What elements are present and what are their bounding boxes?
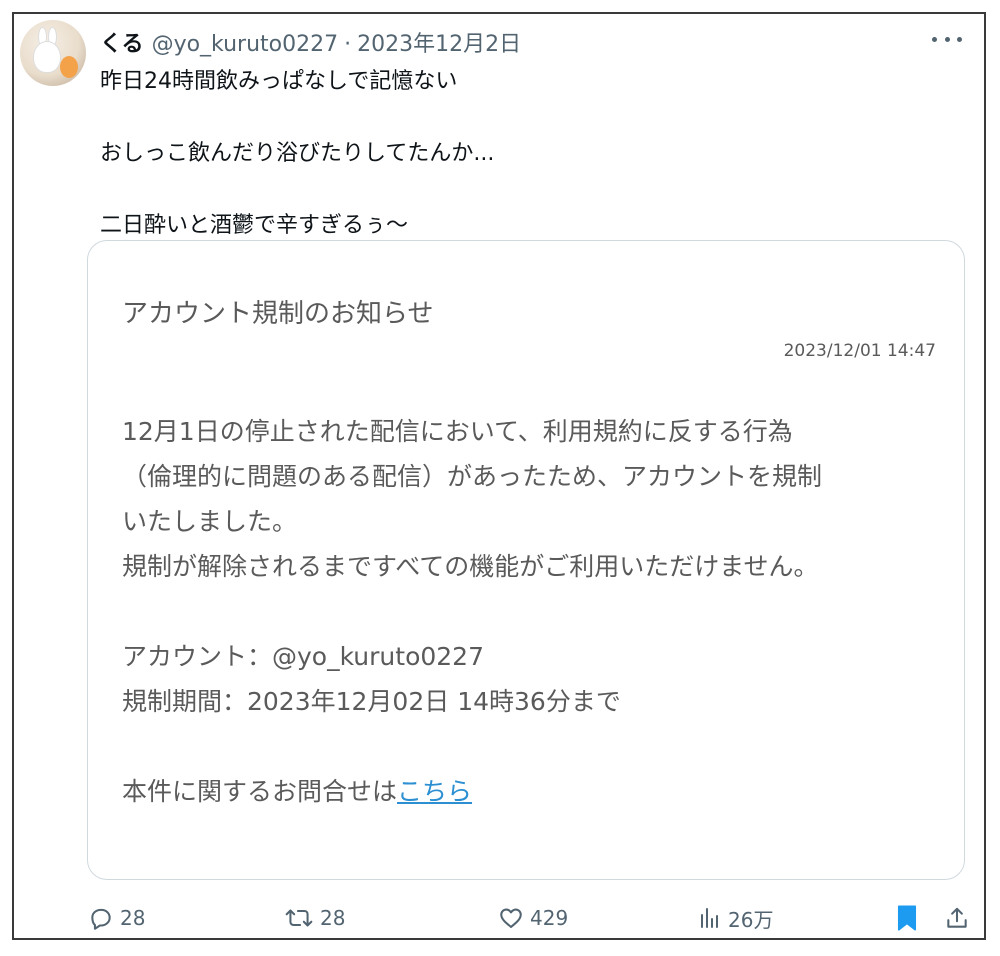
retweet-arrows-icon [285, 909, 313, 927]
avatar[interactable] [20, 20, 86, 86]
card-timestamp: 2023/12/01 14:47 [783, 341, 936, 361]
inquiry-link[interactable]: こちら [397, 777, 472, 806]
tweet-text-line: 昨日24時間飲みっぱなしで記憶ない [100, 69, 458, 94]
like-count: 429 [530, 906, 569, 930]
reply-button[interactable]: 28 [88, 900, 145, 936]
reply-bubble-icon [91, 908, 111, 930]
card-body-line [122, 589, 942, 634]
avatar-bunny-body [34, 42, 60, 72]
views-count: 26万 [728, 907, 774, 932]
card-body-line: いたしました。 [122, 507, 298, 536]
like-button[interactable]: 429 [498, 900, 568, 936]
views-bar-chart-icon [701, 908, 718, 928]
tweet-text-line [100, 172, 960, 208]
tweet-text-line: おしっこ飲んだり浴びたりしてたんか... [100, 141, 495, 166]
bookmark-icon [897, 905, 917, 931]
card-body-line: 12月1日の停止された配信において、利用規約に反する行為 [122, 417, 793, 446]
retweet-count: 28 [320, 906, 346, 930]
tweet-text-line [100, 100, 960, 136]
card-inquiry-line: 本件に関するお問合せはこちら [122, 769, 942, 814]
user-handle[interactable]: @yo_kuruto0227 [152, 32, 339, 57]
card-title: アカウント規制のお知らせ [122, 299, 434, 329]
card-body-line [122, 724, 942, 769]
card-body-line: （倫理的に問題のある配信）があったため、アカウントを規制 [122, 462, 823, 491]
tweet-actions: 28 28 429 26万 [88, 900, 968, 936]
share-upload-icon [947, 907, 967, 928]
card-body: 12月1日の停止された配信において、利用規約に反する行為 （倫理的に問題のある配… [122, 409, 942, 814]
tweet-container: くる @yo_kuruto0227 · 2023年12月2日 昨日24時間飲みっ… [12, 12, 986, 940]
share-button[interactable] [944, 900, 970, 936]
card-body-line: 規制期間：2023年12月02日 14時36分まで [122, 687, 621, 716]
reply-count: 28 [120, 906, 146, 930]
inquiry-text: 本件に関するお問合せは [122, 777, 398, 806]
display-name[interactable]: くる [100, 26, 144, 58]
card-body-line: アカウント：@yo_kuruto0227 [122, 642, 484, 671]
heart-icon [500, 908, 522, 928]
bookmark-button[interactable] [895, 900, 919, 936]
header-separator: · [344, 32, 352, 57]
avatar-second-figure [60, 56, 78, 78]
tweet-header: くる @yo_kuruto0227 · 2023年12月2日 [100, 26, 521, 58]
card-body-line: 規制が解除されるまですべての機能がご利用いただけません。 [122, 552, 819, 581]
tweet-text: 昨日24時間飲みっぱなしで記憶ない おしっこ飲んだり浴びたりしてたんか... 二… [100, 64, 960, 244]
tweet-text-line: 二日酔いと酒鬱で辛すぎるぅ〜 [100, 213, 409, 238]
attached-image-card[interactable]: アカウント規制のお知らせ 2023/12/01 14:47 12月1日の停止され… [87, 240, 965, 880]
views-button[interactable]: 26万 [698, 900, 773, 936]
more-horizontal-icon[interactable] [932, 32, 962, 46]
retweet-button[interactable]: 28 [284, 900, 345, 936]
tweet-date[interactable]: 2023年12月2日 [357, 26, 521, 58]
